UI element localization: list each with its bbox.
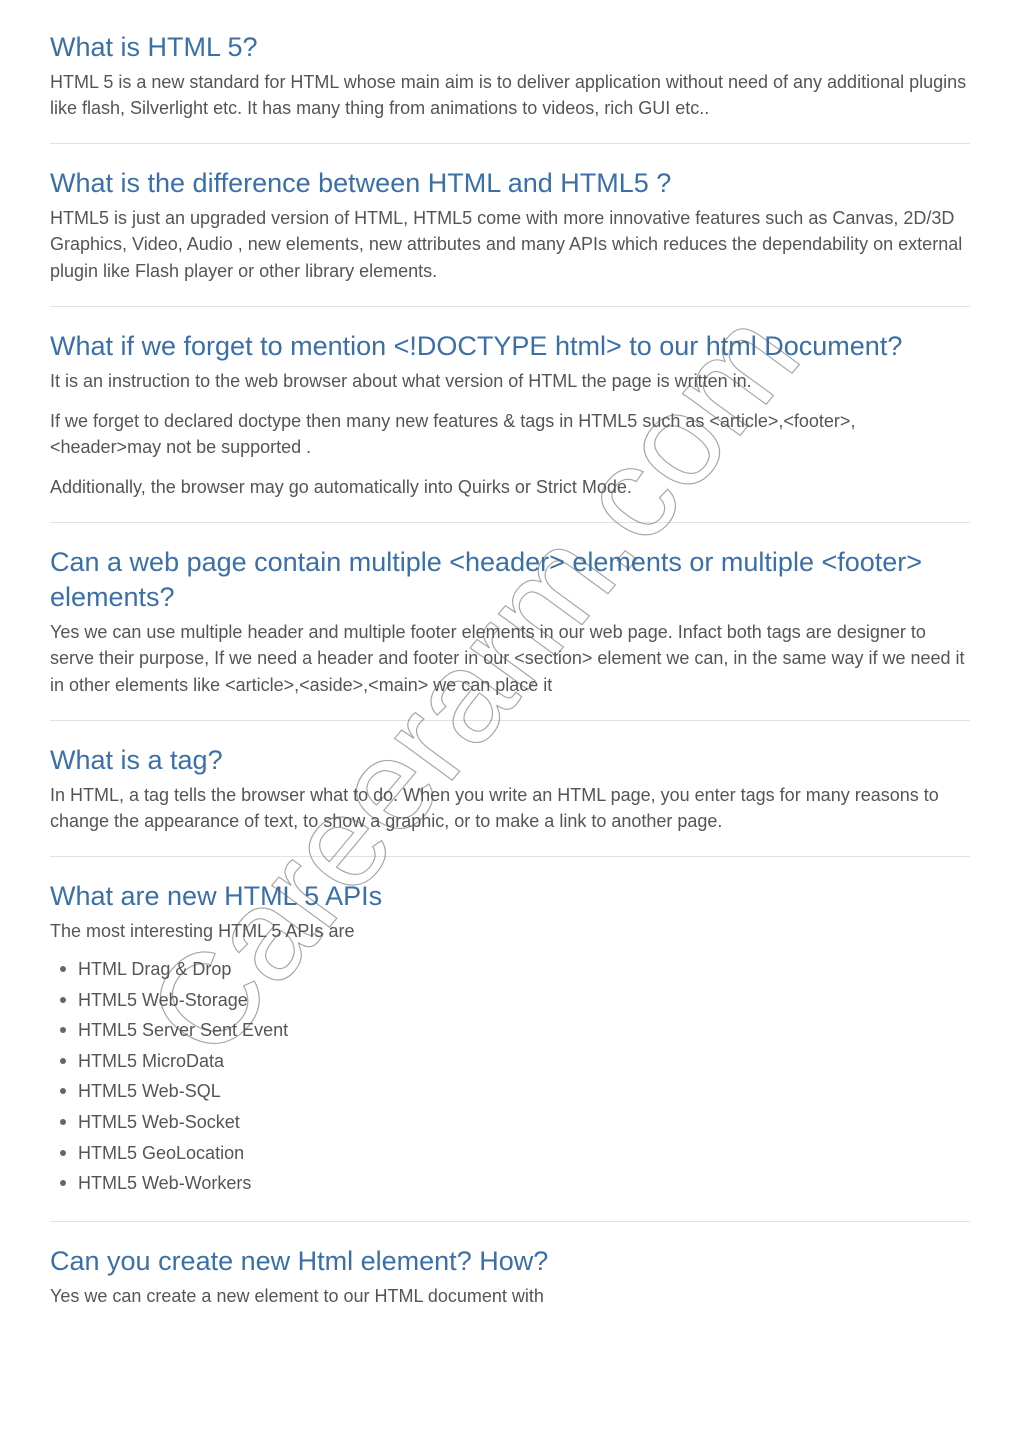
answer-text: It is an instruction to the web browser … bbox=[50, 368, 970, 394]
list-item: HTML Drag & Drop bbox=[56, 954, 970, 985]
qa-section: Can you create new Html element? How? Ye… bbox=[50, 1244, 970, 1309]
question-heading: What is a tag? bbox=[50, 743, 970, 778]
answer-text: The most interesting HTML 5 APIs are bbox=[50, 918, 970, 944]
section-divider bbox=[50, 522, 970, 523]
answer-text: Additionally, the browser may go automat… bbox=[50, 474, 970, 500]
section-divider bbox=[50, 143, 970, 144]
qa-section: What is HTML 5? HTML 5 is a new standard… bbox=[50, 30, 970, 121]
answer-text: In HTML, a tag tells the browser what to… bbox=[50, 782, 970, 834]
api-list: HTML Drag & Drop HTML5 Web-Storage HTML5… bbox=[50, 954, 970, 1199]
qa-section: Can a web page contain multiple <header>… bbox=[50, 545, 970, 697]
question-heading: What if we forget to mention <!DOCTYPE h… bbox=[50, 329, 970, 364]
answer-text: Yes we can use multiple header and multi… bbox=[50, 619, 970, 697]
section-divider bbox=[50, 720, 970, 721]
list-item: HTML5 Web-SQL bbox=[56, 1076, 970, 1107]
answer-text: HTML 5 is a new standard for HTML whose … bbox=[50, 69, 970, 121]
question-heading: What is the difference between HTML and … bbox=[50, 166, 970, 201]
qa-section: What is a tag? In HTML, a tag tells the … bbox=[50, 743, 970, 834]
question-heading: Can you create new Html element? How? bbox=[50, 1244, 970, 1279]
list-item: HTML5 MicroData bbox=[56, 1046, 970, 1077]
question-heading: Can a web page contain multiple <header>… bbox=[50, 545, 970, 615]
answer-text: HTML5 is just an upgraded version of HTM… bbox=[50, 205, 970, 283]
section-divider bbox=[50, 856, 970, 857]
list-item: HTML5 Web-Storage bbox=[56, 985, 970, 1016]
question-heading: What is HTML 5? bbox=[50, 30, 970, 65]
qa-section: What if we forget to mention <!DOCTYPE h… bbox=[50, 329, 970, 500]
qa-section: What are new HTML 5 APIs The most intere… bbox=[50, 879, 970, 1199]
answer-text: Yes we can create a new element to our H… bbox=[50, 1283, 970, 1309]
list-item: HTML5 GeoLocation bbox=[56, 1138, 970, 1169]
section-divider bbox=[50, 306, 970, 307]
qa-section: What is the difference between HTML and … bbox=[50, 166, 970, 283]
section-divider bbox=[50, 1221, 970, 1222]
answer-text: If we forget to declared doctype then ma… bbox=[50, 408, 970, 460]
list-item: HTML5 Web-Workers bbox=[56, 1168, 970, 1199]
question-heading: What are new HTML 5 APIs bbox=[50, 879, 970, 914]
list-item: HTML5 Server Sent Event bbox=[56, 1015, 970, 1046]
list-item: HTML5 Web-Socket bbox=[56, 1107, 970, 1138]
